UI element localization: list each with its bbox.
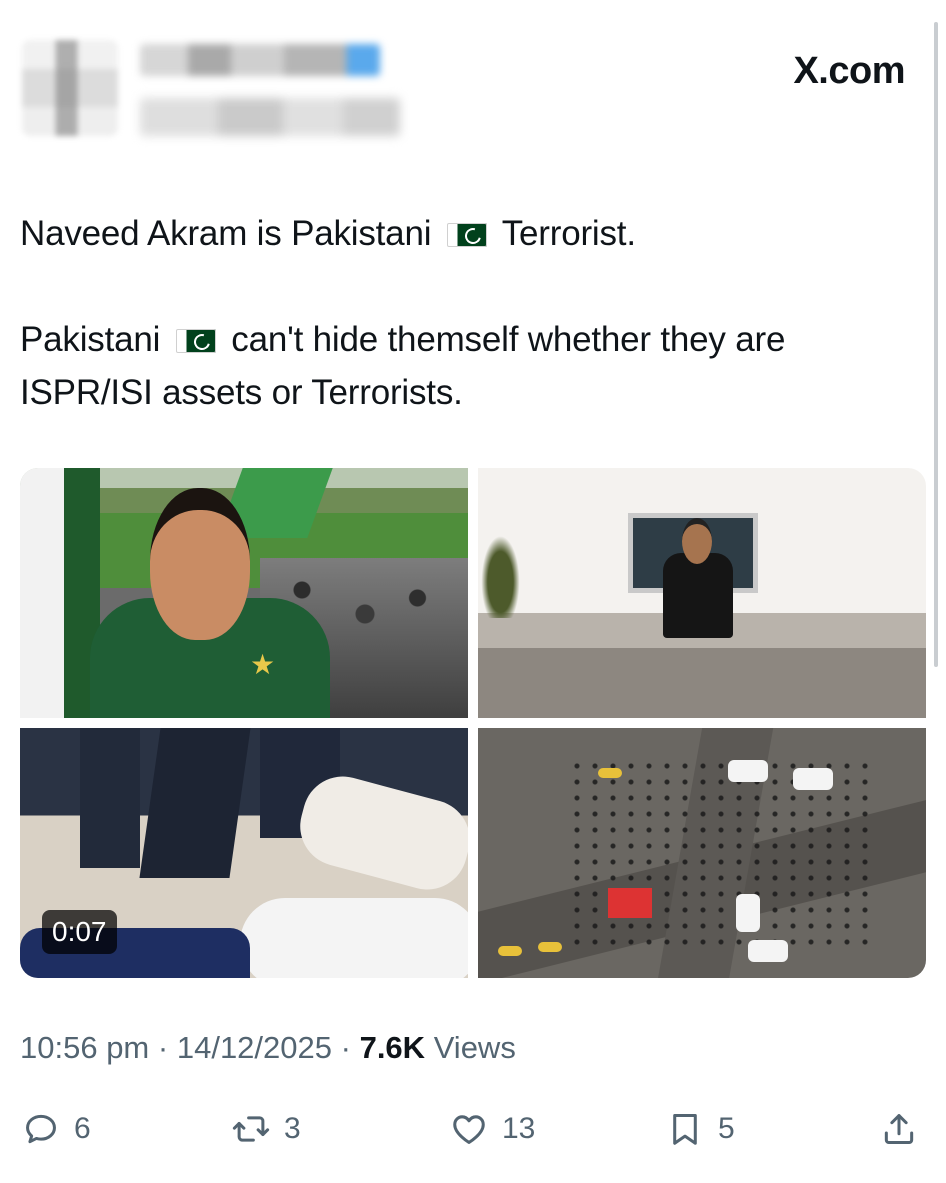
post-date[interactable]: 14/12/2025 (177, 1030, 332, 1065)
post-paragraph-2: Pakistani can't hide themself whether th… (20, 313, 920, 419)
scrollbar[interactable] (934, 22, 938, 667)
brand-label: X.com (793, 50, 905, 92)
bookmark-icon (673, 1114, 697, 1145)
views-count: 7.6K (359, 1030, 426, 1065)
post-meta: 10:56 pm · 14/12/2025 · 7.6K Views (20, 1030, 516, 1066)
repost-count: 3 (284, 1112, 301, 1145)
post-text-segment: Terrorist. (501, 214, 636, 253)
media-grid: ★ 0:07 (20, 468, 926, 978)
post-text-segment: Pakistani (20, 320, 161, 359)
meta-separator: · (157, 1030, 169, 1065)
media-video-arrest[interactable]: 0:07 (20, 728, 468, 978)
meta-separator: · (340, 1030, 351, 1065)
repost-button[interactable]: 3 (232, 1106, 301, 1152)
media-photo-aerial[interactable] (478, 728, 926, 978)
bookmark-button[interactable]: 5 (666, 1106, 735, 1152)
media-photo-rooftop[interactable] (478, 468, 926, 718)
repost-icon (232, 1116, 270, 1142)
share-button[interactable] (880, 1106, 918, 1152)
reply-button[interactable]: 6 (22, 1106, 91, 1152)
like-count: 13 (502, 1112, 536, 1145)
username-blurred[interactable] (140, 98, 400, 136)
media-photo-stadium[interactable]: ★ (20, 468, 468, 718)
post-text: Naveed Akram is Pakistani Terrorist. Pak… (20, 207, 920, 419)
bookmark-count: 5 (718, 1112, 735, 1145)
views-label: Views (433, 1030, 516, 1065)
share-icon (884, 1114, 914, 1144)
post-text-segment: Naveed Akram is Pakistani (20, 214, 432, 253)
video-duration-badge: 0:07 (42, 910, 117, 954)
post-time[interactable]: 10:56 pm (20, 1030, 149, 1065)
post-paragraph-1: Naveed Akram is Pakistani Terrorist. (20, 207, 920, 260)
pakistan-flag-icon (446, 223, 487, 247)
heart-icon (453, 1115, 485, 1144)
pakistan-flag-icon (175, 329, 216, 353)
reply-count: 6 (74, 1112, 91, 1145)
avatar[interactable] (22, 40, 118, 136)
like-button[interactable]: 13 (450, 1106, 535, 1152)
reply-icon (26, 1114, 56, 1144)
star-icon: ★ (250, 649, 276, 680)
display-name-blurred[interactable] (140, 44, 380, 76)
